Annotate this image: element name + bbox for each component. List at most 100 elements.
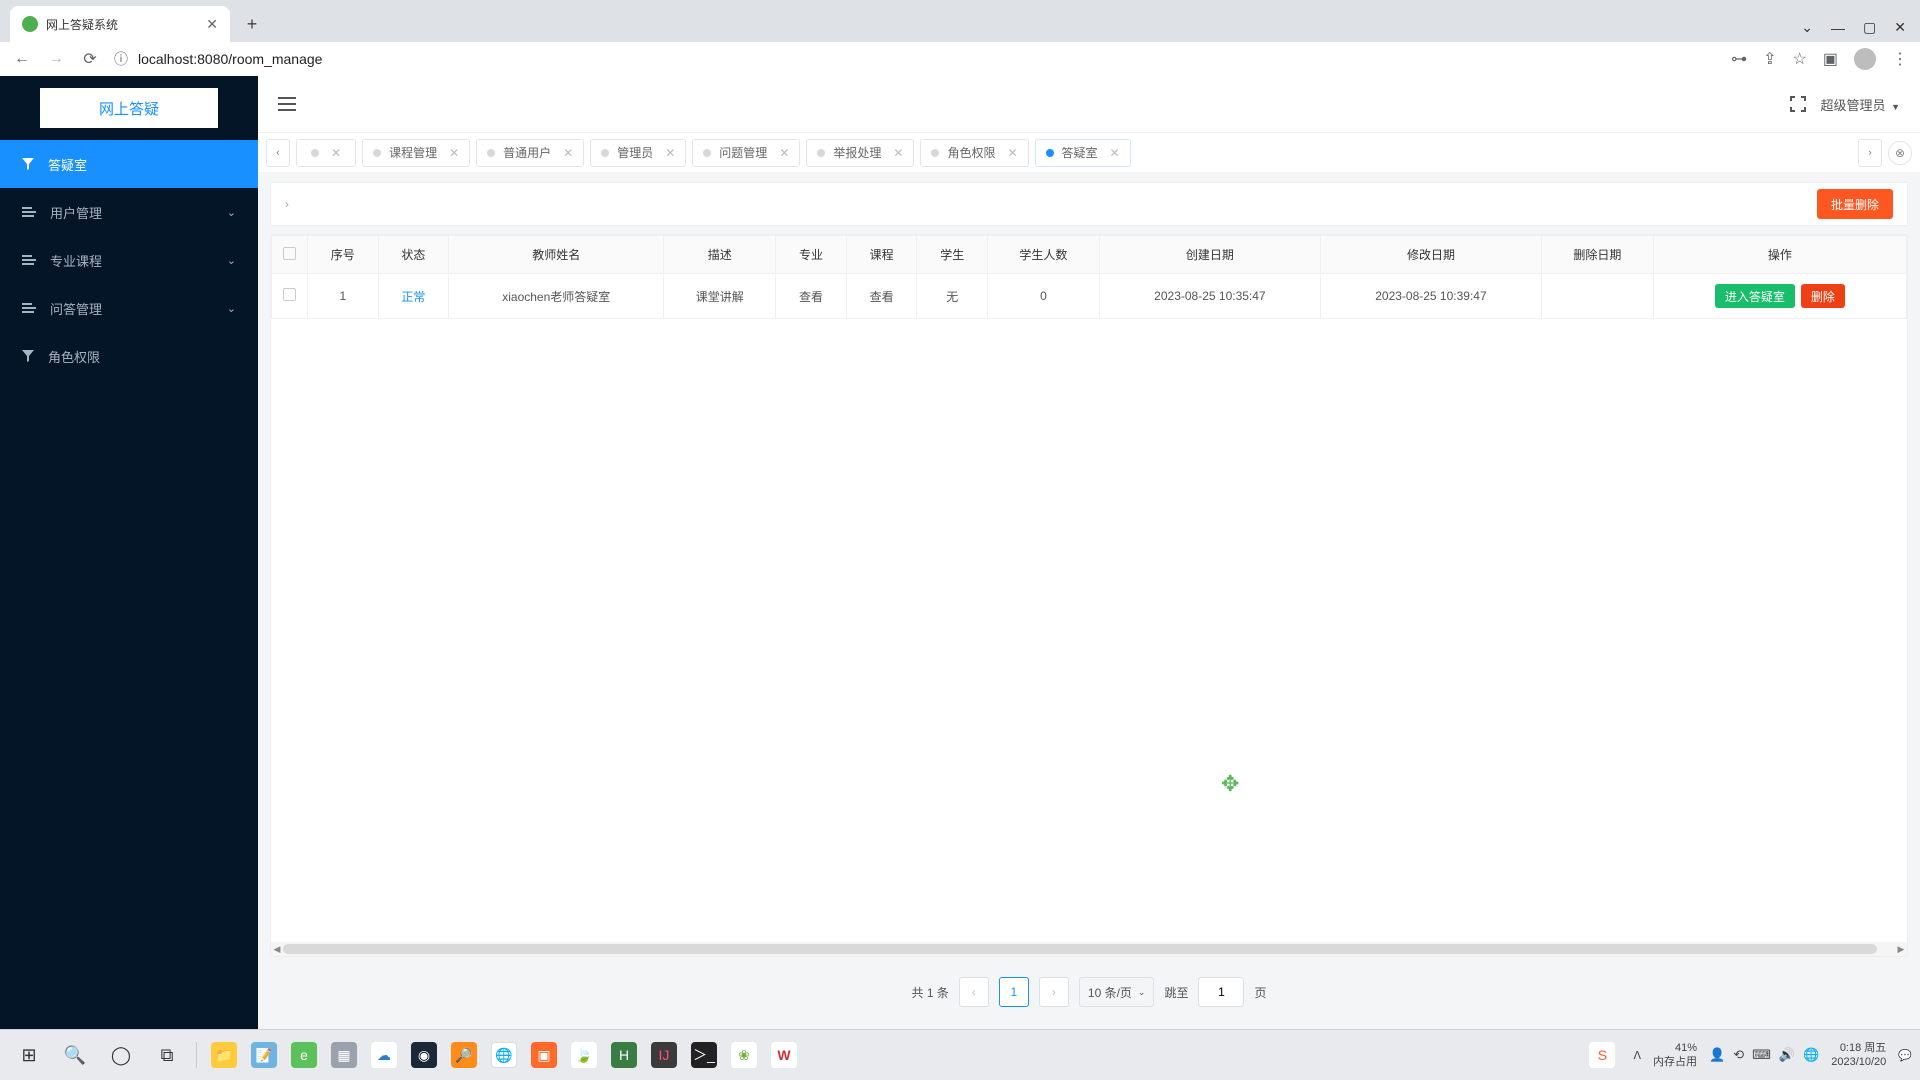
window-minimize-icon[interactable]: —	[1831, 20, 1845, 36]
nav-back-icon[interactable]: ←	[12, 50, 32, 68]
task-view-icon[interactable]: ⧉	[146, 1035, 188, 1075]
row-checkbox[interactable]	[283, 288, 296, 301]
jump-page-input[interactable]	[1198, 977, 1244, 1007]
tab-course-manage[interactable]: 课程管理✕	[362, 139, 470, 167]
taskbar-app-edge[interactable]: e	[285, 1036, 323, 1074]
fullscreen-icon[interactable]	[1790, 96, 1806, 112]
nav-forward-icon[interactable]: →	[46, 50, 66, 68]
browser-tab[interactable]: 网上答疑系统 ✕	[10, 6, 230, 42]
tab-role-auth[interactable]: 角色权限✕	[920, 139, 1028, 167]
taskbar-separator	[196, 1042, 197, 1068]
page-next-button[interactable]: ›	[1039, 977, 1069, 1007]
delete-row-button[interactable]: 删除	[1801, 284, 1845, 308]
tab-close-icon[interactable]: ✕	[206, 16, 218, 33]
taskbar-app-steam[interactable]: ◉	[405, 1036, 443, 1074]
tabs-scroll-left[interactable]: ‹	[266, 139, 290, 167]
tab-admin[interactable]: 管理员✕	[590, 139, 686, 167]
nav-reload-icon[interactable]: ⟳	[80, 49, 100, 69]
start-button[interactable]: ⊞	[8, 1035, 50, 1075]
table-scroll-area[interactable]: 序号 状态 教师姓名 描述 专业 课程 学生 学生人数 创建日期 修改日期 删除	[271, 235, 1907, 942]
sidebar-item-major-course[interactable]: 专业课程 ⌄	[0, 236, 258, 284]
tab-question-manage[interactable]: 问题管理✕	[692, 139, 800, 167]
bookmark-star-icon[interactable]: ☆	[1793, 49, 1807, 69]
scroll-right-icon[interactable]: ▶	[1895, 942, 1907, 956]
tab-close-icon[interactable]: ✕	[893, 146, 903, 160]
tabs-scroll-right[interactable]: ›	[1858, 139, 1882, 167]
tray-input-icon[interactable]: ⌨	[1752, 1047, 1771, 1063]
tray-sync-icon[interactable]: ⟲	[1733, 1047, 1744, 1063]
page-size-select[interactable]: 10 条/页 ⌄	[1079, 977, 1155, 1007]
notifications-icon[interactable]: 💬	[1898, 1049, 1912, 1062]
select-all-checkbox[interactable]	[283, 247, 296, 260]
enter-room-button[interactable]: 进入答疑室	[1715, 284, 1795, 308]
address-bar-actions: ⊶ ⇪ ☆ ▣ ⋮	[1731, 48, 1908, 70]
tab-label: 举报处理	[833, 144, 881, 161]
tray-network-icon[interactable]: 🌐	[1803, 1047, 1819, 1063]
profile-avatar-icon[interactable]	[1854, 48, 1876, 70]
search-icon[interactable]: 🔍	[54, 1035, 96, 1075]
sidebar-item-user-manage[interactable]: 用户管理 ⌄	[0, 188, 258, 236]
sidebar-item-qa-room[interactable]: 答疑室	[0, 140, 258, 188]
taskbar-app-chrome[interactable]: 🌐	[485, 1036, 523, 1074]
taskbar-app-explorer[interactable]: 📁	[205, 1036, 243, 1074]
cell-course[interactable]: 查看	[846, 274, 917, 319]
taskbar-app-green[interactable]: 🍃	[565, 1036, 603, 1074]
dot-icon	[601, 149, 609, 157]
tray-expand-icon[interactable]: ᐱ	[1633, 1049, 1641, 1062]
tray-user-icon[interactable]: 👤	[1709, 1047, 1725, 1063]
tray-app-sogou[interactable]: S	[1583, 1036, 1621, 1074]
sidebar-item-qa-manage[interactable]: 问答管理 ⌄	[0, 284, 258, 332]
taskbar-app-notepad[interactable]: 📝	[245, 1036, 283, 1074]
tab-qa-room[interactable]: 答疑室✕	[1035, 139, 1131, 167]
batch-delete-button[interactable]: 批量删除	[1817, 189, 1893, 219]
tab-normal-user[interactable]: 普通用户✕	[476, 139, 584, 167]
user-dropdown[interactable]: 超级管理员 ▼	[1820, 95, 1900, 114]
address-bar: ← → ⟳ ⓘ localhost:8080/room_manage ⊶ ⇪ ☆…	[0, 42, 1920, 76]
tab-close-icon[interactable]: ✕	[1110, 146, 1120, 160]
cortana-icon[interactable]: ◯	[100, 1035, 142, 1075]
th-status: 状态	[378, 236, 449, 274]
page-prev-button[interactable]: ‹	[959, 977, 989, 1007]
taskbar-app-generic1[interactable]: ▦	[325, 1036, 363, 1074]
site-info-icon[interactable]: ⓘ	[114, 49, 128, 69]
scroll-left-icon[interactable]: ◀	[271, 942, 283, 956]
taskbar-clock[interactable]: 0:18 周五 2023/10/20	[1831, 1041, 1886, 1070]
taskbar-app-orange[interactable]: ▣	[525, 1036, 563, 1074]
tray-volume-icon[interactable]: 🔊	[1779, 1047, 1795, 1063]
share-icon[interactable]: ⇪	[1763, 49, 1776, 69]
tab-close-icon[interactable]: ✕	[449, 146, 459, 160]
tab-close-icon[interactable]: ✕	[331, 146, 341, 160]
tab-report-handle[interactable]: 举报处理 ✕	[806, 139, 914, 167]
taskbar-app-everything[interactable]: 🔎	[445, 1036, 483, 1074]
cell-major[interactable]: 查看	[776, 274, 847, 319]
cell-status[interactable]: 正常	[378, 274, 449, 319]
tabs-close-all-icon[interactable]: ⊗	[1888, 141, 1912, 165]
taskbar-app-baidu[interactable]: ☁	[365, 1036, 403, 1074]
taskbar-app-wps[interactable]: W	[765, 1036, 803, 1074]
window-maximize-icon[interactable]: ▢	[1863, 19, 1876, 36]
password-key-icon[interactable]: ⊶	[1731, 49, 1747, 69]
scrollbar-thumb[interactable]	[283, 944, 1877, 954]
sidebar-item-role-auth[interactable]: 角色权限	[0, 332, 258, 380]
url-field[interactable]: ⓘ localhost:8080/room_manage	[114, 49, 1717, 69]
table-horizontal-scrollbar[interactable]: ◀ ▶	[271, 942, 1907, 956]
chevron-down-icon: ⌄	[227, 302, 236, 315]
page-number-button[interactable]: 1	[999, 977, 1029, 1007]
taskbar-app-terminal[interactable]: ＞_	[685, 1036, 723, 1074]
sidebar-toggle-button[interactable]	[278, 97, 296, 111]
tab-close-icon[interactable]: ✕	[665, 146, 675, 160]
window-dropdown-icon[interactable]: ⌄	[1801, 19, 1813, 36]
new-tab-button[interactable]: +	[238, 10, 266, 38]
tab-close-icon[interactable]: ✕	[563, 146, 573, 160]
chevron-down-icon: ⌄	[227, 206, 236, 219]
browser-menu-icon[interactable]: ⋮	[1892, 49, 1908, 69]
tab-close-icon[interactable]: ✕	[779, 146, 789, 160]
taskbar-app-hbuilder[interactable]: H	[605, 1036, 643, 1074]
tab-close-icon[interactable]: ✕	[1007, 146, 1017, 160]
extensions-icon[interactable]: ▣	[1823, 49, 1838, 69]
tab-home[interactable]: ✕	[296, 139, 356, 167]
taskbar-app-spring[interactable]: ❀	[725, 1036, 763, 1074]
window-close-icon[interactable]: ✕	[1894, 19, 1906, 36]
taskbar-app-idea[interactable]: IJ	[645, 1036, 683, 1074]
app-logo[interactable]: 网上答疑	[40, 88, 218, 128]
